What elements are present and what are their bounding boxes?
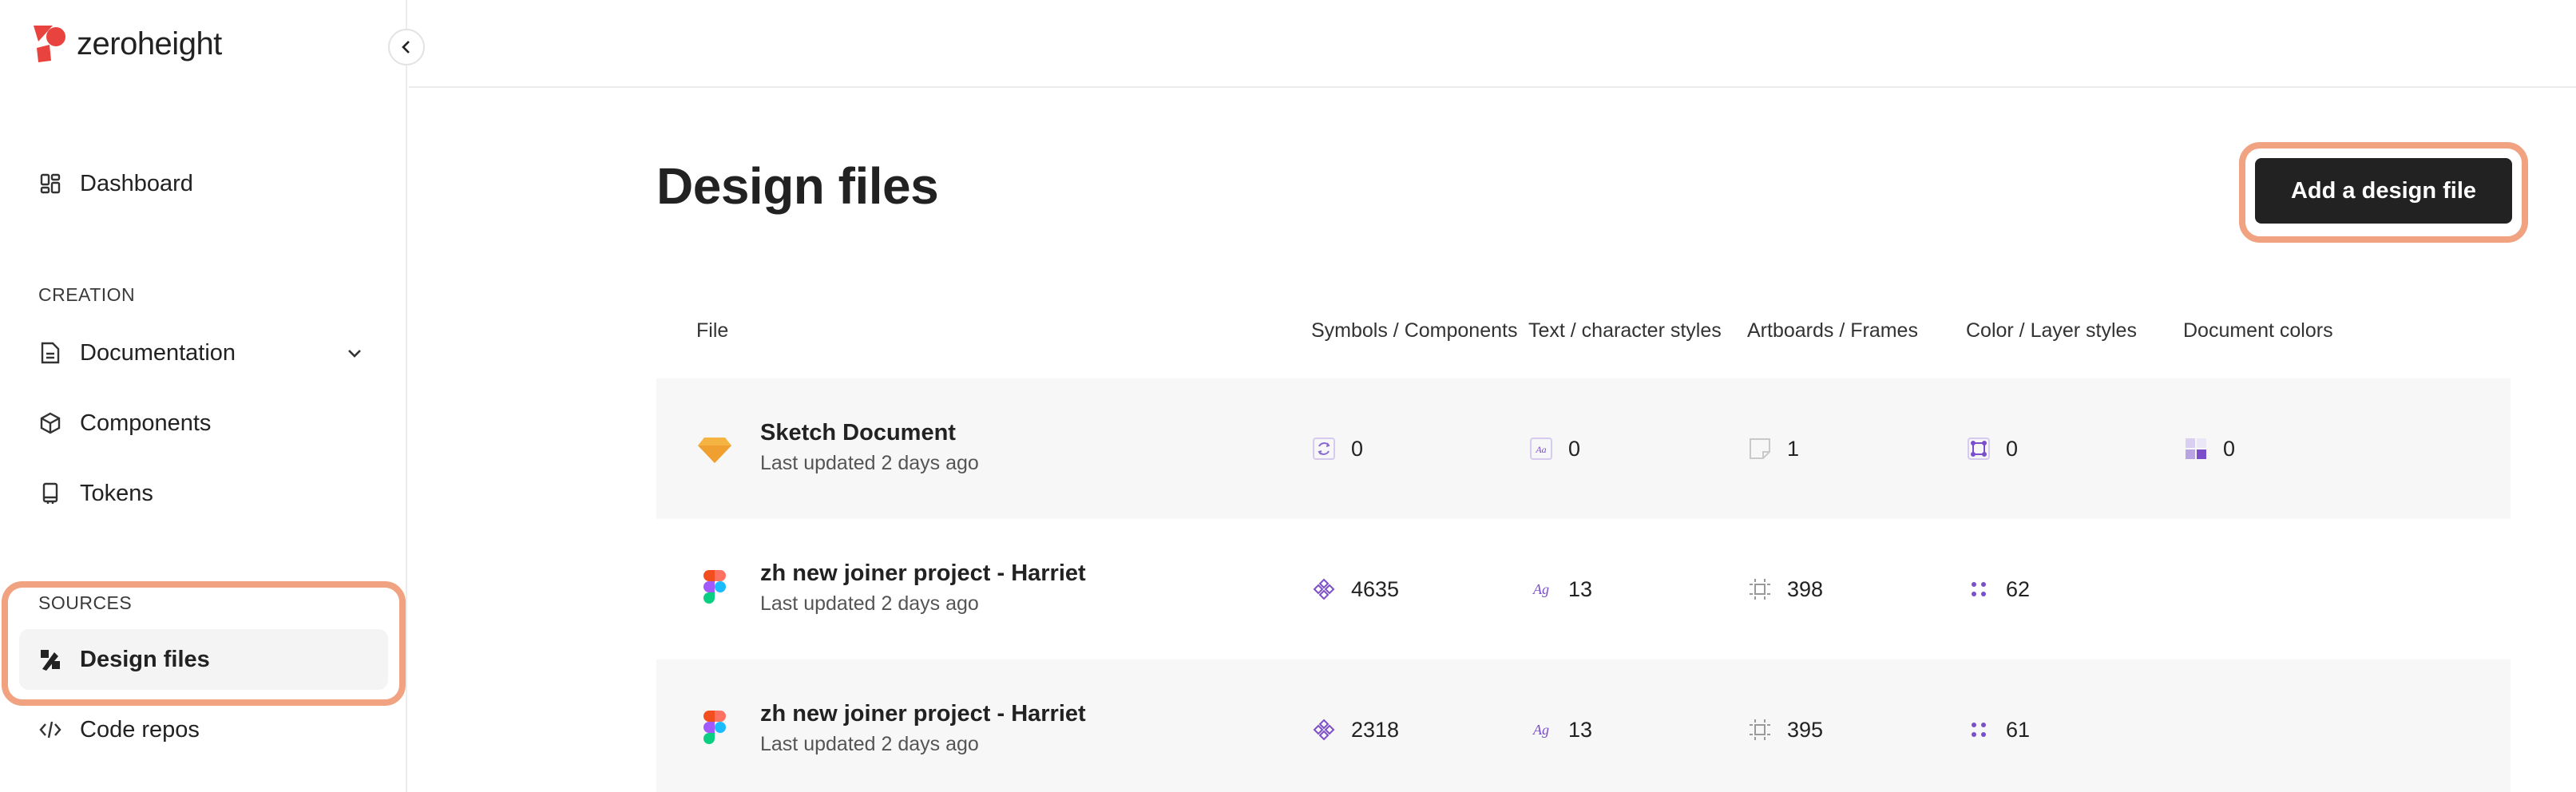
- layer-style-icon: [1966, 436, 1991, 461]
- table-row[interactable]: Sketch Document Last updated 2 days ago …: [656, 378, 2511, 519]
- chevron-down-icon[interactable]: [345, 343, 364, 362]
- text-style-icon: Ag: [1528, 576, 1554, 602]
- add-design-file-button[interactable]: Add a design file: [2255, 158, 2512, 224]
- figma-icon: [703, 711, 726, 744]
- page-title: Design files: [656, 157, 939, 215]
- sidebar-item-label: Code repos: [80, 716, 200, 742]
- color-styles-count: 62: [2006, 576, 2031, 601]
- sidebar-item-components[interactable]: Components: [19, 393, 388, 453]
- component-diamond-icon: [1311, 576, 1337, 602]
- file-name[interactable]: Sketch Document: [760, 420, 956, 446]
- text-styles-count: 13: [1568, 576, 1593, 601]
- text-styles-count-cell: Aa 0: [1528, 436, 1580, 461]
- artboards-count: 398: [1787, 576, 1824, 601]
- svg-text:Aa: Aa: [1535, 444, 1546, 455]
- color-styles-count: 0: [2006, 436, 2019, 461]
- style-dots-icon: [1966, 717, 1991, 742]
- file-name[interactable]: zh new joiner project - Harriet: [760, 701, 1086, 727]
- style-dots-icon: [1966, 576, 1991, 602]
- document-colors-count: 0: [2223, 436, 2236, 461]
- symbols-count-cell: 2318: [1311, 717, 1399, 742]
- column-header-text-styles[interactable]: Text / character styles: [1528, 319, 1722, 343]
- document-colors-count-cell: 0: [2183, 436, 2235, 461]
- artboards-count-cell: 398: [1747, 576, 1823, 602]
- column-header-color-styles[interactable]: Color / Layer styles: [1966, 319, 2137, 343]
- symbol-sync-icon: [1311, 436, 1337, 461]
- column-header-document-colors[interactable]: Document colors: [2183, 319, 2333, 343]
- artboards-count: 1: [1787, 436, 1800, 461]
- symbols-count-cell: 0: [1311, 436, 1363, 461]
- logo[interactable]: zeroheight: [32, 24, 222, 64]
- text-styles-count: 0: [1568, 436, 1581, 461]
- sidebar-item-code-repos[interactable]: Code repos: [19, 699, 388, 760]
- text-style-icon: Aa: [1528, 436, 1554, 461]
- table-row[interactable]: zh new joiner project - Harriet Last upd…: [656, 659, 2511, 792]
- frame-icon: [1747, 717, 1773, 742]
- artboards-count-cell: 395: [1747, 717, 1823, 742]
- code-icon: [38, 718, 62, 742]
- table-row[interactable]: zh new joiner project - Harriet Last upd…: [656, 519, 2511, 659]
- section-label-creation: CREATION: [38, 284, 136, 305]
- svg-text:Ag: Ag: [1532, 722, 1549, 738]
- color-styles-count-cell: 62: [1966, 576, 2030, 602]
- zeroheight-logo-icon: [34, 26, 65, 62]
- text-styles-count-cell: Ag 13: [1528, 717, 1592, 742]
- sources-highlight-outline: [2, 581, 406, 706]
- artboard-page-icon: [1747, 436, 1773, 461]
- sidebar-item-dashboard[interactable]: Dashboard: [19, 153, 388, 214]
- table-header: File Symbols / Components Text / charact…: [656, 316, 2511, 364]
- artboards-count: 395: [1787, 717, 1824, 742]
- text-styles-count-cell: Ag 13: [1528, 576, 1592, 602]
- color-styles-count-cell: 61: [1966, 717, 2030, 742]
- text-style-icon: Ag: [1528, 717, 1554, 742]
- svg-text:Ag: Ag: [1532, 581, 1549, 597]
- color-swatch-icon: [2183, 436, 2209, 461]
- sidebar-item-label: Tokens: [80, 480, 153, 506]
- sidebar-item-tokens[interactable]: Tokens: [19, 463, 388, 524]
- file-name[interactable]: zh new joiner project - Harriet: [760, 560, 1086, 587]
- file-last-updated: Last updated 2 days ago: [760, 733, 979, 755]
- symbols-count-cell: 4635: [1311, 576, 1399, 602]
- symbols-count: 2318: [1351, 717, 1400, 742]
- symbols-count: 4635: [1351, 576, 1400, 601]
- sketch-icon: [698, 438, 731, 463]
- frame-icon: [1747, 576, 1773, 602]
- text-styles-count: 13: [1568, 717, 1593, 742]
- column-header-artboards[interactable]: Artboards / Frames: [1747, 319, 1918, 343]
- artboards-count-cell: 1: [1747, 436, 1799, 461]
- tokens-icon: [38, 481, 62, 505]
- column-header-file[interactable]: File: [696, 319, 728, 343]
- sidebar-item-label: Documentation: [80, 339, 236, 366]
- dashboard-icon: [38, 172, 62, 196]
- collapse-sidebar-button[interactable]: [388, 29, 425, 65]
- component-diamond-icon: [1311, 717, 1337, 742]
- sidebar-item-label: Components: [80, 410, 212, 436]
- symbols-count: 0: [1351, 436, 1364, 461]
- top-bar: [409, 0, 2576, 88]
- document-icon: [38, 341, 62, 365]
- sidebar: zeroheight Dashboard CREATION Documentat…: [0, 0, 407, 792]
- sidebar-item-label: Dashboard: [80, 170, 193, 196]
- cube-icon: [38, 411, 62, 435]
- logo-text: zeroheight: [77, 26, 222, 61]
- file-last-updated: Last updated 2 days ago: [760, 452, 979, 474]
- column-header-symbols[interactable]: Symbols / Components: [1311, 319, 1517, 343]
- color-styles-count-cell: 0: [1966, 436, 2018, 461]
- color-styles-count: 61: [2006, 717, 2031, 742]
- sidebar-item-documentation[interactable]: Documentation: [19, 323, 388, 383]
- file-last-updated: Last updated 2 days ago: [760, 592, 979, 615]
- chevron-left-icon: [402, 41, 410, 53]
- figma-icon: [703, 570, 726, 604]
